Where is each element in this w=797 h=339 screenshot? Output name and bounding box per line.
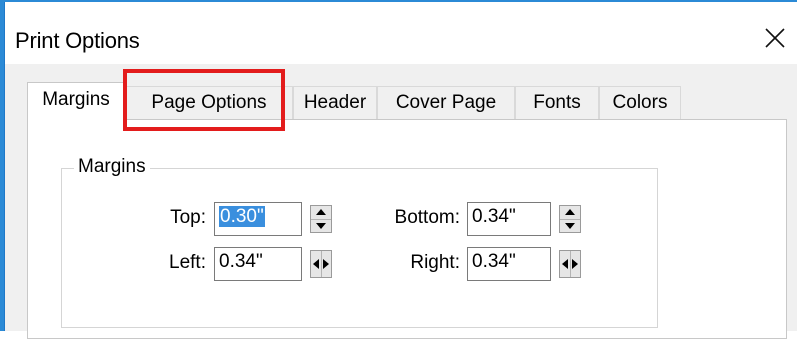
- tab-header[interactable]: Header: [293, 86, 377, 119]
- triangle-right-icon: [323, 259, 330, 269]
- tab-label: Colors: [612, 92, 668, 113]
- right-margin-spinner[interactable]: [559, 250, 581, 278]
- triangle-down-icon: [565, 222, 575, 229]
- tab-label: Header: [303, 92, 367, 113]
- margins-group-label: Margins: [74, 156, 150, 178]
- spin-down-button[interactable]: [560, 218, 580, 233]
- window-title: Print Options: [15, 28, 140, 53]
- tab-page-options[interactable]: Page Options: [125, 86, 293, 119]
- triangle-down-icon: [316, 222, 326, 229]
- triangle-up-icon: [316, 209, 326, 216]
- tab-label: Page Options: [151, 92, 267, 113]
- bottom-margin-input[interactable]: 0.34": [467, 202, 551, 236]
- print-options-dialog: Print Options Margins Page Options Heade…: [4, 2, 797, 339]
- top-margin-value: 0.30": [219, 206, 265, 227]
- tab-label: Margins: [42, 89, 110, 110]
- right-margin-input[interactable]: 0.34": [467, 247, 551, 281]
- triangle-right-icon: [572, 259, 579, 269]
- tab-label: Cover Page: [395, 92, 497, 113]
- bottom-margin-value: 0.34": [472, 206, 516, 227]
- triangle-up-icon: [565, 209, 575, 216]
- close-icon: [765, 28, 785, 48]
- right-label: Right:: [410, 252, 460, 273]
- left-margin-value: 0.34": [219, 251, 263, 272]
- margins-tab-panel: Margins Top: 0.30" Bottom: 0.34" Left: 0…: [27, 119, 787, 339]
- tab-colors[interactable]: Colors: [599, 86, 681, 119]
- dialog-body: Margins Page Options Header Cover Page F…: [5, 64, 797, 339]
- window-frame: Print Options Margins Page Options Heade…: [0, 0, 797, 339]
- bottom-label: Bottom:: [394, 207, 460, 228]
- top-margin-spinner[interactable]: [310, 205, 332, 233]
- bottom-margin-spinner[interactable]: [559, 205, 581, 233]
- spin-left-button[interactable]: [560, 251, 570, 277]
- spin-left-button[interactable]: [311, 251, 321, 277]
- spin-down-button[interactable]: [311, 218, 331, 233]
- top-margin-input[interactable]: 0.30": [214, 202, 302, 236]
- top-label: Top:: [170, 207, 206, 228]
- spin-right-button[interactable]: [320, 251, 332, 277]
- spin-up-button[interactable]: [560, 206, 580, 219]
- left-label: Left:: [169, 252, 206, 273]
- triangle-left-icon: [561, 259, 568, 269]
- left-margin-spinner[interactable]: [310, 250, 332, 278]
- close-button[interactable]: [755, 18, 795, 58]
- right-margin-value: 0.34": [472, 251, 516, 272]
- title-bar[interactable]: Print Options: [5, 2, 797, 64]
- tab-label: Fonts: [533, 92, 581, 113]
- tab-fonts[interactable]: Fonts: [515, 86, 599, 119]
- left-margin-input[interactable]: 0.34": [214, 247, 302, 281]
- tab-margins[interactable]: Margins: [27, 82, 125, 120]
- margins-groupbox: Margins Top: 0.30" Bottom: 0.34" Left: 0…: [61, 156, 658, 328]
- spin-up-button[interactable]: [311, 206, 331, 219]
- triangle-left-icon: [312, 259, 319, 269]
- spin-right-button[interactable]: [569, 251, 581, 277]
- tab-cover-page[interactable]: Cover Page: [377, 86, 515, 119]
